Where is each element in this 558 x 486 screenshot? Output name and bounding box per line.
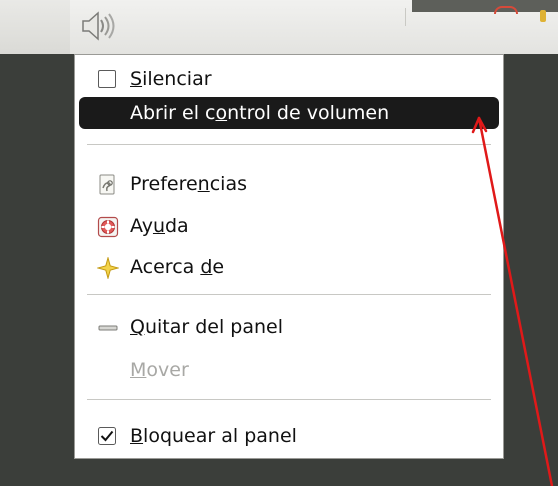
about-star-icon [97,257,119,279]
menu-item-acerca-de[interactable]: Acerca de [79,251,499,283]
menu-separator [87,294,491,295]
menu-item-preferencias[interactable]: Preferencias [79,168,499,200]
menu-item-silenciar[interactable]: Silenciar [79,63,499,95]
panel-left-area [0,0,70,54]
speaker-icon[interactable] [80,11,116,41]
panel-right-applet [412,0,558,14]
help-icon [97,216,119,238]
menu-item-bloquear-al-panel[interactable]: Bloquear al panel [79,420,499,452]
checkbox-unchecked-icon[interactable] [98,70,116,88]
menu-item-label: Mover [130,359,189,381]
checkbox-checked-icon[interactable] [98,427,116,445]
menu-item-label: Preferencias [130,173,247,195]
menu-item-label: Ayuda [130,215,189,237]
menu-item-label: Quitar del panel [130,316,284,338]
panel-separator [405,8,406,26]
panel-indicator [540,10,546,22]
remove-icon [98,325,118,331]
menu-item-label: Acerca de [130,256,225,278]
menu-separator [87,399,491,400]
menu-item-label: Silenciar [130,68,212,90]
volume-context-menu: Silenciar Abrir el control de volumen Pr… [74,54,504,459]
menu-item-quitar-del-panel[interactable]: Quitar del panel [79,311,499,343]
menu-item-label: Bloquear al panel [130,425,297,447]
menu-item-ayuda[interactable]: Ayuda [79,210,499,242]
preferences-icon [99,174,115,195]
menu-item-label: Abrir el control de volumen [130,102,390,124]
menu-item-abrir-control-volumen[interactable]: Abrir el control de volumen [79,97,499,129]
menu-item-mover: Mover [79,354,499,386]
top-panel [0,0,558,54]
menu-separator [87,144,491,145]
